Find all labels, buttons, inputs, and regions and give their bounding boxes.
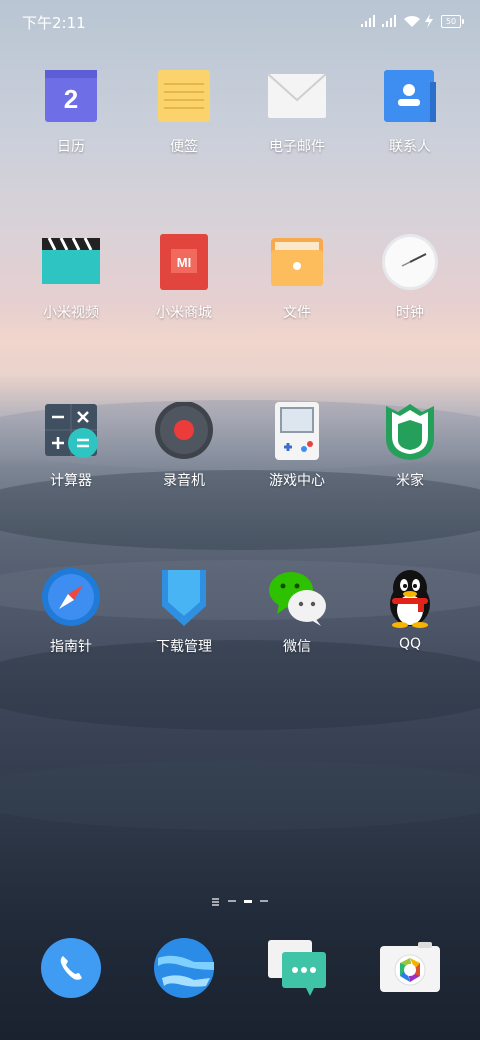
app-download-manager[interactable]: 下载管理 bbox=[129, 568, 239, 656]
phone-icon bbox=[41, 938, 101, 998]
messages-icon bbox=[268, 940, 326, 996]
app-label: 小米视频 bbox=[43, 305, 99, 321]
app-label: 便签 bbox=[170, 139, 198, 155]
app-compass[interactable]: 指南针 bbox=[16, 568, 126, 656]
app-label: 下载管理 bbox=[156, 639, 212, 655]
calendar-day-number: 2 bbox=[64, 84, 78, 114]
app-label: 文件 bbox=[283, 305, 311, 321]
envelope-icon bbox=[267, 68, 327, 128]
app-mi-mall[interactable]: MI 小米商城 bbox=[129, 234, 239, 322]
wifi-icon bbox=[404, 15, 420, 27]
app-mi-video[interactable]: 小米视频 bbox=[16, 234, 126, 322]
browser-icon bbox=[154, 938, 214, 998]
app-label: QQ bbox=[398, 636, 422, 652]
download-icon bbox=[154, 568, 214, 628]
app-label: 时钟 bbox=[396, 305, 424, 321]
folder-icon bbox=[267, 234, 327, 294]
page-indicator[interactable] bbox=[210, 897, 270, 905]
dock-phone[interactable] bbox=[16, 938, 126, 1002]
app-notes[interactable]: 便签 bbox=[129, 68, 239, 156]
app-label: 小米商城 bbox=[156, 305, 212, 321]
app-qq[interactable]: QQ bbox=[355, 568, 465, 652]
dock-messages[interactable] bbox=[242, 938, 352, 1002]
app-recorder[interactable]: 录音机 bbox=[129, 401, 239, 490]
page-dot bbox=[228, 900, 236, 902]
app-wechat[interactable]: 微信 bbox=[242, 568, 352, 656]
app-label: 联系人 bbox=[389, 139, 431, 155]
qq-penguin-icon bbox=[380, 568, 440, 628]
clapperboard-icon bbox=[41, 234, 101, 294]
cell-signal-icon bbox=[382, 15, 396, 27]
app-files[interactable]: 文件 bbox=[242, 234, 352, 322]
game-console-icon bbox=[267, 402, 327, 462]
status-time: 下午2:11 bbox=[22, 14, 86, 32]
app-label: 录音机 bbox=[163, 473, 205, 489]
mi-home-icon bbox=[380, 402, 440, 462]
wechat-icon bbox=[267, 568, 327, 628]
notes-icon bbox=[154, 68, 214, 128]
app-contacts[interactable]: 联系人 bbox=[355, 68, 465, 156]
app-label: 微信 bbox=[283, 639, 311, 655]
app-label: 日历 bbox=[57, 139, 85, 155]
app-mi-home[interactable]: 米家 bbox=[355, 402, 465, 490]
home-screen: 下午2:11 50 2 日历 便签 电子邮件 联系人 小米视频 MI 小米商城 … bbox=[0, 0, 480, 1040]
contacts-icon bbox=[380, 68, 440, 128]
battery-icon: 50 bbox=[441, 15, 464, 28]
calendar-icon: 2 bbox=[41, 68, 101, 128]
status-bar: 下午2:11 50 bbox=[0, 0, 480, 44]
calculator-icon bbox=[41, 402, 101, 462]
wave-decoration bbox=[0, 760, 480, 830]
clock-icon bbox=[380, 234, 440, 294]
mi-mall-icon: MI bbox=[154, 234, 214, 294]
charging-icon bbox=[425, 14, 433, 28]
app-calendar[interactable]: 2 日历 bbox=[16, 68, 126, 156]
camera-icon bbox=[380, 942, 440, 992]
page-dot bbox=[260, 900, 268, 902]
compass-icon bbox=[41, 568, 101, 628]
cell-signal-icon bbox=[361, 15, 375, 27]
app-clock[interactable]: 时钟 bbox=[355, 234, 465, 322]
app-label: 指南针 bbox=[50, 639, 92, 655]
page-dot-active bbox=[244, 900, 252, 903]
app-game-center[interactable]: 游戏中心 bbox=[242, 402, 352, 490]
app-label: 电子邮件 bbox=[269, 139, 325, 155]
app-label: 计算器 bbox=[50, 473, 92, 489]
mi-logo-text: MI bbox=[177, 255, 191, 270]
recorder-icon bbox=[154, 401, 214, 462]
dock-browser[interactable] bbox=[129, 938, 239, 1002]
page-indicator-home bbox=[212, 898, 219, 900]
dock-camera[interactable] bbox=[355, 938, 465, 1002]
app-label: 米家 bbox=[396, 473, 424, 489]
app-label: 游戏中心 bbox=[269, 473, 325, 489]
app-email[interactable]: 电子邮件 bbox=[242, 68, 352, 156]
app-calculator[interactable]: 计算器 bbox=[16, 402, 126, 490]
